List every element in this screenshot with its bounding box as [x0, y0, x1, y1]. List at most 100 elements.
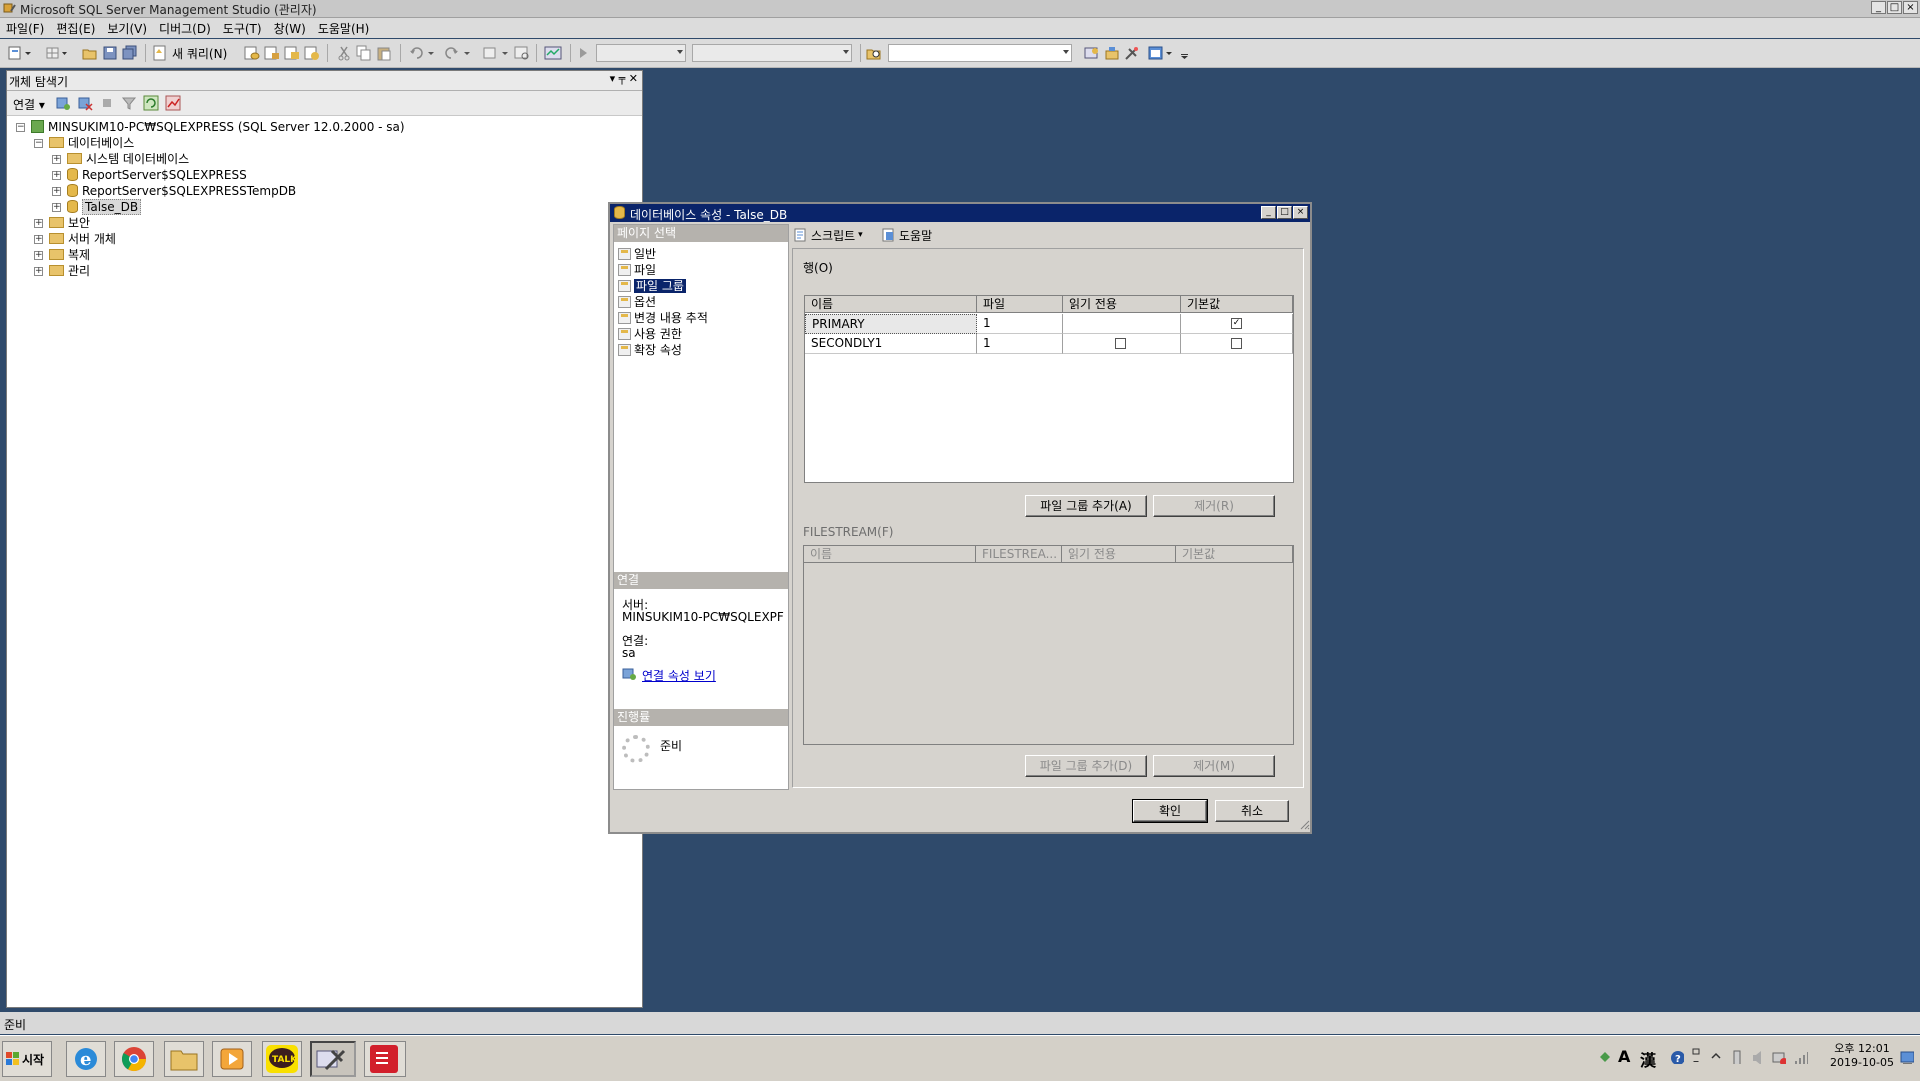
column-header-read-only[interactable]: 읽기 전용 — [1063, 296, 1181, 313]
db-expand-toggle[interactable]: + — [52, 203, 61, 212]
taskbar-media-player[interactable] — [212, 1041, 252, 1077]
navigate-icon[interactable] — [482, 45, 510, 61]
stop-icon[interactable] — [99, 95, 115, 111]
add-filegroup-button[interactable]: 파일 그룹 추가(A) — [1025, 495, 1147, 517]
remove-filestream-button[interactable]: 제거(M) — [1153, 755, 1275, 777]
server-objects-expand-toggle[interactable]: + — [34, 235, 43, 244]
menu-view[interactable]: 보기(V) — [101, 20, 153, 37]
activity-monitor-icon[interactable] — [544, 45, 562, 61]
column-header-default[interactable]: 기본값 — [1181, 296, 1293, 313]
help-button[interactable]: 도움말 — [882, 226, 932, 244]
ime-mode-hanja[interactable]: 漢 — [1640, 1047, 1656, 1071]
security-expand-toggle[interactable]: + — [34, 219, 43, 228]
maximize-button[interactable]: □ — [1887, 1, 1902, 14]
db-node-talse[interactable]: Talse_DB — [67, 199, 142, 215]
dialog-close-button[interactable]: × — [1293, 206, 1308, 219]
replication-expand-toggle[interactable]: + — [34, 251, 43, 260]
save-all-icon[interactable] — [122, 45, 138, 61]
new-query-button[interactable]: 새 쿼리(N) — [152, 45, 227, 61]
page-extended-properties[interactable]: 확장 속성 — [618, 343, 682, 358]
default-checkbox[interactable] — [1231, 338, 1242, 349]
search-combo[interactable] — [888, 44, 1072, 62]
panel-controls[interactable]: ▾ ╤ ✕ — [610, 72, 638, 85]
taskbar-app-red[interactable] — [364, 1041, 406, 1077]
system-databases-node[interactable]: 시스템 데이터베이스 — [67, 151, 189, 167]
add-filestream-filegroup-button[interactable]: 파일 그룹 추가(D) — [1025, 755, 1147, 777]
mdx-query-icon[interactable] — [284, 45, 300, 61]
activity-icon[interactable] — [165, 95, 181, 111]
save-icon[interactable] — [102, 45, 118, 61]
management-node[interactable]: 관리 — [49, 263, 90, 279]
show-desktop-icon[interactable] — [1900, 1050, 1914, 1064]
row-secondly1-name[interactable]: SECONDLY1 — [805, 334, 977, 354]
undo-icon[interactable] — [408, 45, 436, 61]
databases-collapse-toggle[interactable]: − — [34, 139, 43, 148]
security-node[interactable]: 보안 — [49, 215, 90, 231]
find-in-files-icon[interactable] — [866, 45, 882, 61]
refresh-icon[interactable] — [143, 95, 159, 111]
column-header-name[interactable]: 이름 — [805, 296, 977, 313]
dialog-maximize-button[interactable]: □ — [1277, 206, 1292, 219]
taskbar-ie[interactable]: e — [66, 1041, 106, 1077]
clock[interactable]: 오후 12:01 2019-10-05 — [1830, 1042, 1894, 1070]
page-files[interactable]: 파일 — [618, 263, 656, 278]
show-hidden-icons-icon[interactable] — [1710, 1050, 1724, 1064]
grid-icon[interactable] — [46, 45, 68, 61]
fs-column-header-name[interactable]: 이름 — [804, 546, 976, 563]
management-expand-toggle[interactable]: + — [34, 267, 43, 276]
fs-column-header-default[interactable]: 기본값 — [1176, 546, 1293, 563]
execute-icon[interactable] — [578, 45, 590, 61]
ime-mode-a[interactable]: A — [1618, 1047, 1630, 1066]
xmla-query-icon[interactable] — [304, 45, 320, 61]
page-filegroups[interactable]: 파일 그룹 — [618, 279, 686, 294]
dialog-minimize-button[interactable]: _ — [1261, 206, 1276, 219]
page-options[interactable]: 옵션 — [618, 295, 656, 310]
row-primary-name[interactable]: PRIMARY — [805, 314, 977, 334]
taskbar-ssms[interactable] — [310, 1041, 356, 1077]
page-general[interactable]: 일반 — [618, 247, 656, 262]
replication-node[interactable]: 복제 — [49, 247, 90, 263]
find-icon[interactable] — [514, 45, 530, 61]
filestream-grid[interactable]: 이름 FILESTREA... 읽기 전용 기본값 — [803, 545, 1294, 745]
server-objects-node[interactable]: 서버 개체 — [49, 231, 116, 247]
toolbar-overflow-icon[interactable] — [1180, 45, 1190, 61]
minimize-button[interactable]: _ — [1871, 1, 1886, 14]
default-checkbox-checked[interactable]: ✓ — [1231, 318, 1242, 329]
close-button[interactable]: × — [1903, 1, 1918, 14]
connect-dropdown[interactable]: 연결 ▾ — [13, 96, 45, 113]
new-project-icon[interactable] — [8, 45, 32, 61]
menu-debug[interactable]: 디버그(D) — [153, 20, 217, 37]
paste-icon[interactable] — [376, 45, 392, 61]
database-engine-query-icon[interactable] — [244, 45, 260, 61]
copy-icon[interactable] — [356, 45, 372, 61]
taskbar-kakaotalk[interactable]: TALK — [262, 1041, 302, 1077]
fs-column-header-filestream[interactable]: FILESTREA... — [976, 546, 1062, 563]
script-button[interactable]: 스크립트 ▾ — [794, 226, 863, 244]
disconnect-icon[interactable] — [77, 95, 93, 111]
redo-icon[interactable] — [444, 45, 472, 61]
menu-window[interactable]: 창(W) — [268, 20, 312, 37]
fs-column-header-read-only[interactable]: 읽기 전용 — [1062, 546, 1176, 563]
column-header-files[interactable]: 파일 — [977, 296, 1063, 313]
network-warning-icon[interactable] — [1772, 1050, 1786, 1064]
tools-icon[interactable] — [1124, 45, 1140, 61]
system-db-expand-toggle[interactable]: + — [52, 155, 61, 164]
volume-icon[interactable] — [1752, 1050, 1766, 1064]
analysis-query-icon[interactable] — [264, 45, 280, 61]
taskbar-explorer[interactable] — [164, 1041, 204, 1077]
remove-filegroup-button[interactable]: 제거(R) — [1153, 495, 1275, 517]
cancel-button[interactable]: 취소 — [1215, 800, 1289, 822]
database-combo[interactable] — [596, 44, 686, 62]
menu-file[interactable]: 파일(F) — [0, 20, 50, 37]
taskbar-chrome[interactable] — [114, 1041, 154, 1077]
db-expand-toggle[interactable]: + — [52, 171, 61, 180]
registered-servers-icon[interactable] — [1084, 45, 1100, 61]
connect-server-icon[interactable] — [55, 95, 71, 111]
start-button[interactable]: 시작 — [2, 1041, 52, 1077]
signal-strength-icon[interactable] — [1794, 1050, 1808, 1064]
menu-help[interactable]: 도움말(H) — [312, 20, 376, 37]
ime-options-icon[interactable] — [1692, 1048, 1706, 1062]
rows-filegroup-grid[interactable]: 이름 파일 읽기 전용 기본값 PRIMARY 1 ✓ SECONDLY1 1 — [804, 295, 1294, 483]
open-folder-icon[interactable] — [82, 45, 98, 61]
menu-edit[interactable]: 편집(E) — [50, 20, 101, 37]
